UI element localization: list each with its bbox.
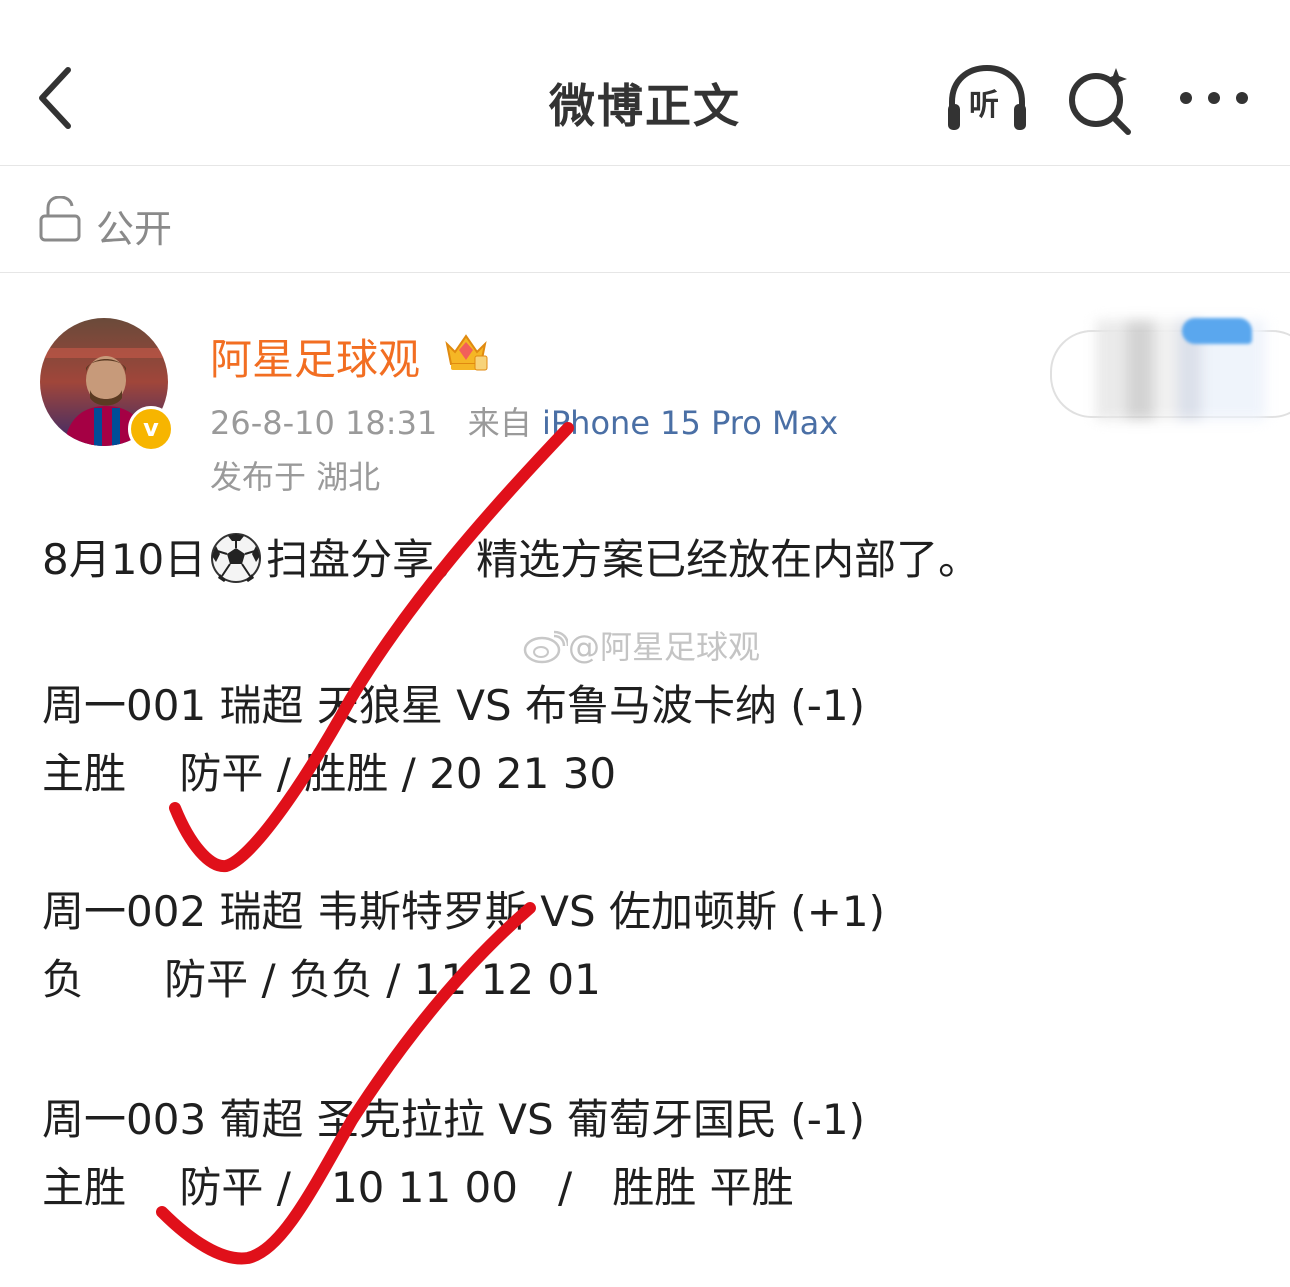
match-2-pick: 负 防平 / 负负 / 11 12 01 (42, 955, 601, 1004)
match-2-title: 周一002 瑞超 韦斯特罗斯 VS 佐加顿斯 (+1) (42, 887, 885, 936)
device-link[interactable]: iPhone 15 Pro Max (542, 404, 838, 442)
lock-open-icon (39, 196, 81, 242)
recommend-tag (1182, 318, 1252, 344)
crown-badge-icon[interactable] (443, 330, 489, 374)
privacy-label: 公开 (96, 207, 173, 251)
match-1-pick: 主胜 防平 / 胜胜 / 20 21 30 (42, 749, 617, 798)
soccer-ball-icon (211, 533, 262, 583)
intro-date: 8月10日 (42, 535, 207, 584)
privacy-bar: 公开 (0, 166, 1290, 273)
post-meta: 26-8-10 18:31 来自 iPhone 15 Pro Max (210, 398, 838, 444)
match-3-title: 周一003 葡超 圣克拉拉 VS 葡萄牙国民 (-1) (42, 1095, 865, 1144)
weibo-watermark: @阿星足球观 (522, 622, 760, 668)
more-dots-icon[interactable] (1176, 86, 1252, 110)
weibo-logo-icon (523, 630, 568, 664)
verified-v-icon: v (128, 406, 174, 452)
search-icon[interactable] (1064, 64, 1136, 136)
author-name[interactable]: 阿星足球观 (210, 326, 420, 387)
post-time: 26-8-10 18:31 (210, 404, 438, 442)
intro-text: 扫盘分享，精选方案已经放在内部了。 (266, 535, 981, 584)
match-3-pick: 主胜 防平 / 10 11 00 / 胜胜 平胜 (42, 1163, 794, 1212)
top-navigation-bar: 微博正文 听 (0, 0, 1290, 166)
listen-label[interactable]: 听 (969, 80, 999, 124)
intro-line: 8月10日 扫盘分享，精选方案已经放在内部了。 (42, 526, 980, 587)
source-prefix: 来自 (467, 404, 532, 442)
watermark-text: @阿星足球观 (568, 628, 761, 666)
match-1-title: 周一001 瑞超 天狼星 VS 布鲁马波卡纳 (-1) (42, 681, 865, 730)
post-location: 发布于 湖北 (210, 458, 381, 496)
